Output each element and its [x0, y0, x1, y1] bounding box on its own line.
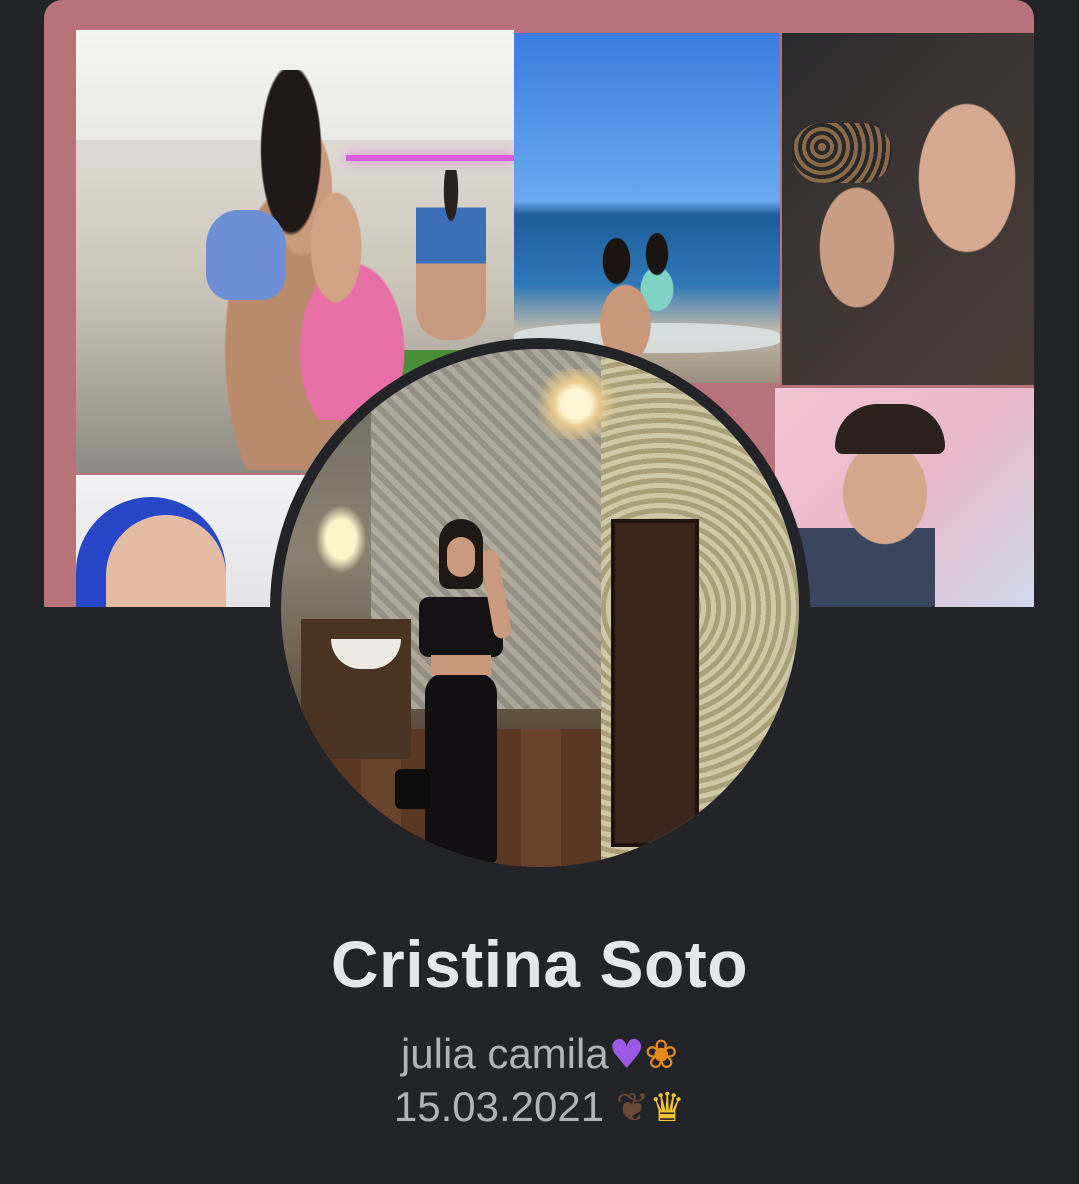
cover-collage-photo [775, 388, 1034, 607]
butterfly-icon: ❀ [644, 1032, 679, 1078]
photo-headband [792, 123, 892, 183]
bio-text: julia camila [400, 1030, 609, 1077]
profile-picture[interactable] [281, 349, 799, 867]
photo-door [611, 519, 699, 847]
photo-midriff [431, 655, 491, 675]
photo-face [447, 537, 475, 577]
bio-date: 15.03.2021 [393, 1083, 616, 1130]
crown-icon: ♛ [649, 1085, 686, 1131]
photo-chandelier [531, 369, 621, 439]
footprints-icon: ❦ [615, 1085, 650, 1131]
photo-person [395, 519, 521, 863]
cover-collage-photo [514, 33, 780, 383]
cover-collage-photo [782, 33, 1034, 385]
photo-handbag [395, 769, 431, 809]
purple-heart-icon: ♥ [608, 1032, 645, 1078]
bio-line-1: julia camila♥❀ [0, 1028, 1079, 1081]
profile-picture-ring [270, 338, 810, 878]
bio-line-2: 15.03.2021 ❦♛ [0, 1081, 1079, 1134]
profile-name: Cristina Soto [330, 927, 749, 1001]
photo-pants [425, 673, 497, 863]
profile-bio: julia camila♥❀ 15.03.2021 ❦♛ [0, 1028, 1079, 1134]
profile-page: Cristina Soto julia camila♥❀ 15.03.2021 … [0, 0, 1079, 1184]
photo-vanity-lights [311, 499, 371, 579]
photo-background-person [416, 170, 486, 340]
